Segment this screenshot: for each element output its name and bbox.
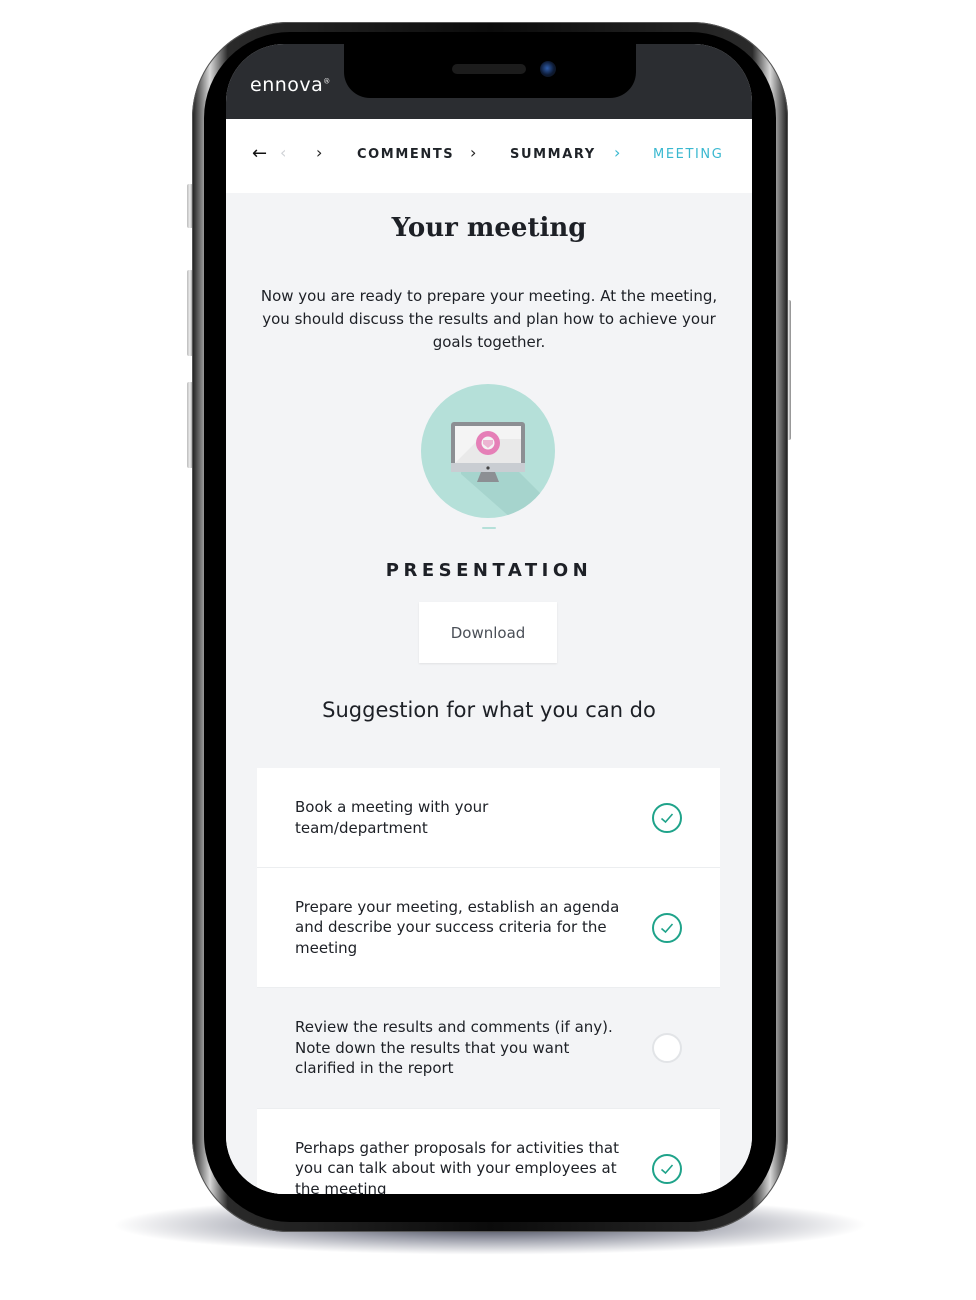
speaker-grille bbox=[452, 64, 526, 74]
app-header: ennova® bbox=[226, 44, 752, 119]
phone-screen: ennova® ← ‹ › COMMENTS › SUMMARY › MEETI… bbox=[226, 44, 752, 1194]
presentation-label: PRESENTATION bbox=[385, 560, 593, 581]
device-notch bbox=[344, 44, 636, 98]
monitor-presentation-icon bbox=[421, 384, 555, 518]
suggestion-text: Book a meeting with your team/department bbox=[295, 798, 489, 837]
suggestion-text: Perhaps gather proposals for activities … bbox=[295, 1138, 619, 1194]
suggestion-text: Prepare your meeting, establish an agend… bbox=[295, 897, 620, 957]
check-circle-icon[interactable] bbox=[652, 1153, 682, 1184]
suggestion-item[interactable]: Perhaps gather proposals for activities … bbox=[257, 1109, 720, 1194]
chevron-left-icon[interactable]: ‹ bbox=[280, 143, 286, 162]
suggestion-item[interactable]: Review the results and comments (if any)… bbox=[257, 988, 720, 1109]
brand-registered-mark: ® bbox=[323, 77, 331, 86]
page-title: Your meeting bbox=[391, 213, 587, 243]
front-camera bbox=[540, 61, 556, 77]
brand-logo: ennova® bbox=[250, 74, 331, 96]
suggestions-heading: Suggestion for what you can do bbox=[322, 698, 656, 722]
suggestion-list: Book a meeting with your team/department… bbox=[257, 768, 720, 1194]
chevron-right-icon: › bbox=[470, 143, 477, 162]
chevron-right-icon: › bbox=[614, 143, 621, 162]
meeting-content: Your meeting Now you are ready to prepar… bbox=[226, 193, 752, 1194]
chevron-right-icon: › bbox=[316, 143, 323, 162]
empty-circle-icon[interactable] bbox=[652, 1033, 682, 1063]
check-circle-icon[interactable] bbox=[652, 912, 682, 943]
brand-name: ennova bbox=[250, 74, 324, 96]
suggestion-item[interactable]: Prepare your meeting, establish an agend… bbox=[257, 868, 720, 988]
step-navigation: ← ‹ › COMMENTS › SUMMARY › MEETING bbox=[226, 119, 752, 193]
check-circle-icon[interactable] bbox=[652, 802, 682, 833]
suggestion-text: Review the results and comments (if any)… bbox=[295, 1018, 613, 1078]
step-summary[interactable]: SUMMARY bbox=[510, 147, 596, 162]
intro-text: Now you are ready to prepare your meetin… bbox=[260, 287, 718, 351]
suggestion-item[interactable]: Book a meeting with your team/department bbox=[257, 768, 720, 868]
download-button[interactable]: Download bbox=[419, 602, 557, 663]
arrow-left-icon[interactable]: ← bbox=[252, 143, 267, 164]
step-meeting[interactable]: MEETING bbox=[653, 147, 723, 162]
step-comments[interactable]: COMMENTS bbox=[357, 147, 454, 162]
divider bbox=[482, 527, 496, 529]
